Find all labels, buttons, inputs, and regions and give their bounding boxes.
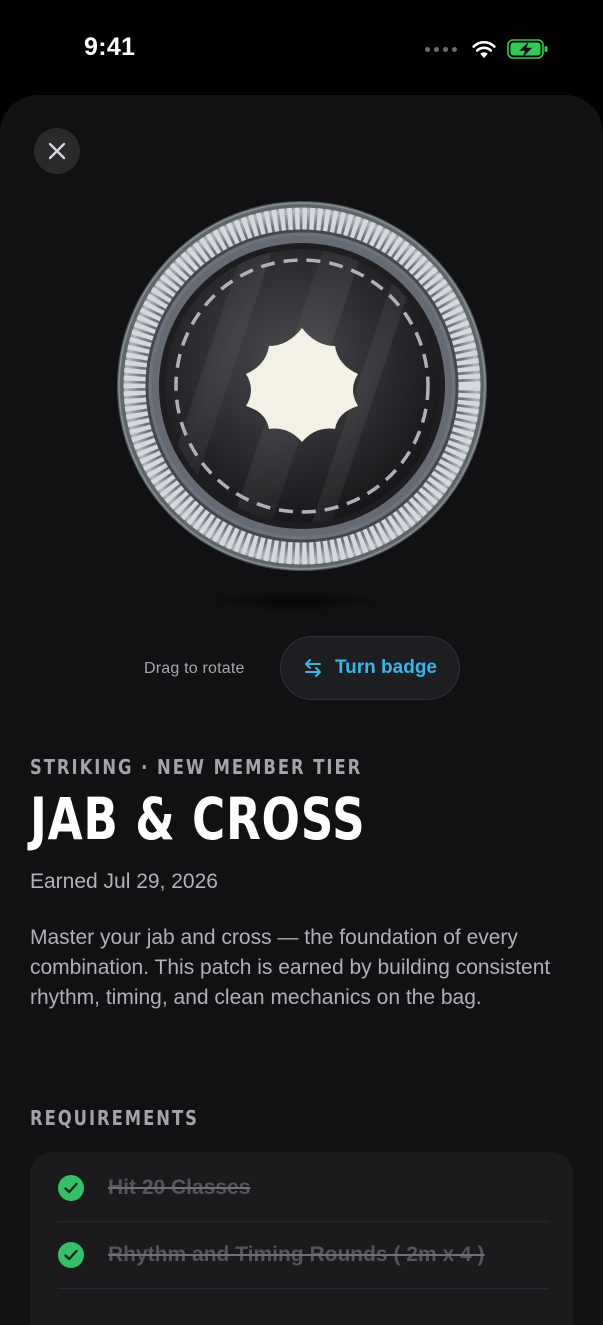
check-circle-icon	[58, 1175, 84, 1201]
drag-hint: Drag to rotate	[144, 660, 245, 677]
turn-badge-label: Turn badge	[334, 657, 438, 678]
badge-category: STRIKING · NEW MEMBER TIER	[30, 755, 363, 779]
wifi-icon	[472, 40, 496, 58]
earned-date: Earned Jul 29, 2026	[30, 870, 218, 893]
badge-shadow	[205, 590, 385, 612]
requirement-item: Hit 20 Classes	[58, 1155, 549, 1222]
badge-description: Master your jab and cross — the foundati…	[30, 926, 551, 1009]
turn-badge-button[interactable]: Turn badge	[280, 636, 460, 700]
check-circle-icon	[58, 1242, 84, 1268]
status-icons	[425, 38, 549, 60]
badge-detail-sheet: Drag to rotate Turn badge STRIKING · NEW…	[0, 95, 603, 1325]
badge-medallion	[117, 201, 487, 571]
requirement-label: Hit 20 Classes	[108, 1176, 251, 1199]
battery-charging-icon	[507, 39, 548, 59]
close-icon	[48, 142, 66, 160]
swap-arrows-icon	[304, 659, 321, 677]
signal-icon	[425, 46, 457, 52]
requirements-card: Hit 20 Classes Rhythm and Timing Rounds …	[30, 1152, 573, 1325]
badge[interactable]	[116, 200, 488, 572]
badge-title: JAB & CROSS	[30, 785, 366, 853]
requirements-heading: REQUIREMENTS	[30, 1106, 199, 1130]
rotate-controls: Drag to rotate Turn badge	[0, 636, 603, 702]
status-time: 9:41	[84, 33, 136, 61]
requirement-item: Rhythm and Timing Rounds ( 2m x 4 )	[58, 1222, 549, 1289]
requirement-label: Rhythm and Timing Rounds ( 2m x 4 )	[108, 1243, 485, 1266]
status-bar: 9:41	[0, 0, 603, 96]
close-button[interactable]	[34, 128, 80, 174]
